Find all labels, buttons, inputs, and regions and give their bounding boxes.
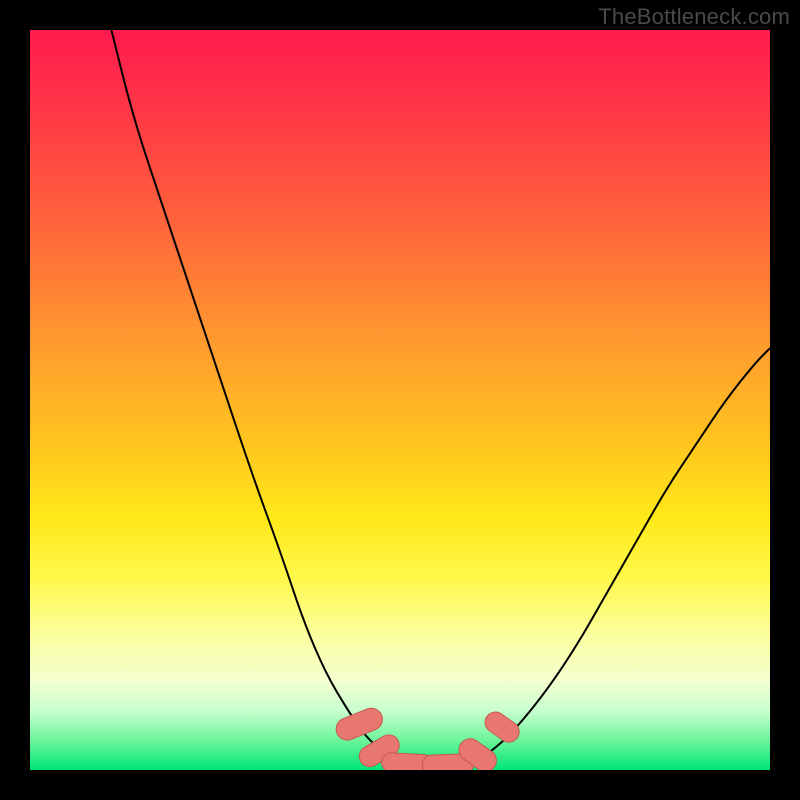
chart-frame: TheBottleneck.com <box>0 0 800 800</box>
chart-svg <box>30 30 770 770</box>
curve-group <box>111 30 770 766</box>
series-right-branch <box>474 348 770 762</box>
series-left-branch <box>111 30 407 764</box>
chart-plot-area <box>30 30 770 770</box>
watermark-label: TheBottleneck.com <box>598 4 790 30</box>
marker-0 <box>333 705 386 744</box>
marker-group <box>333 705 523 770</box>
